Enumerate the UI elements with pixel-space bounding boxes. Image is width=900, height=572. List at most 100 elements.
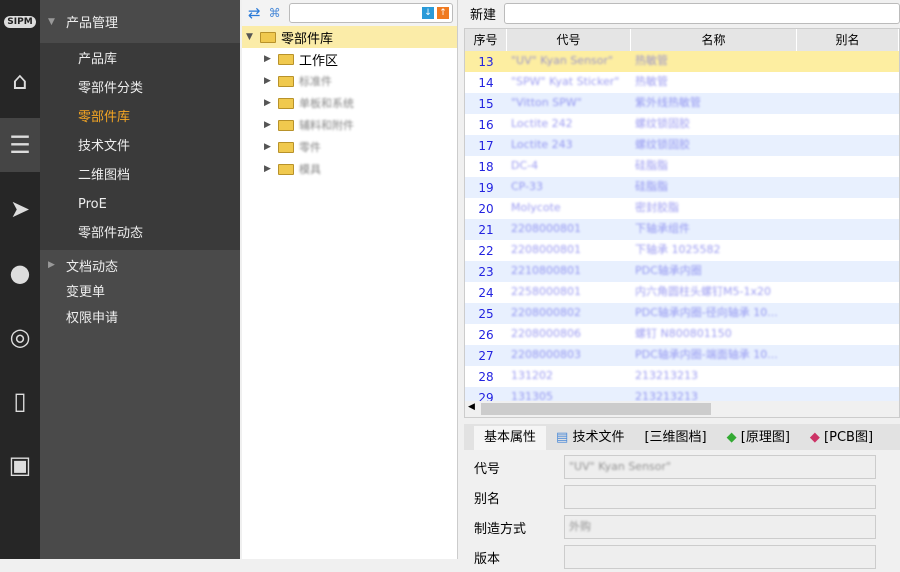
menu-item-part-lib[interactable]: 零部件库 — [40, 103, 240, 132]
tab-tech-docs[interactable]: ▤ 技术文件 — [546, 426, 634, 450]
cell-text: "SPW" Kyat Sticker" — [511, 74, 620, 88]
table-row[interactable]: 23 2210800801 PDC轴承内圈 — [465, 261, 899, 282]
tab-label: [PCB图] — [824, 430, 874, 445]
parts-grid: 序号 代号 名称 别名 13 "UV" Kyan Sensor" 热敏管 14 … — [464, 28, 900, 418]
col-header-no[interactable]: 序号 — [465, 29, 507, 51]
cell-no: 15 — [478, 96, 494, 111]
cell-text: 螺纹锁固胶 — [635, 138, 690, 151]
tab-label: [原理图] — [740, 430, 790, 445]
cell-text: 内六角圆柱头螺钉M5-1x20 — [635, 285, 771, 298]
tab-pcb[interactable]: ◆ [PCB图] — [800, 426, 883, 450]
expand-icon[interactable]: ▼ — [246, 32, 260, 42]
book-icon[interactable]: ▯ — [0, 374, 40, 428]
expand-icon[interactable]: ▶ — [264, 98, 278, 108]
pcb-icon: ◆ — [809, 430, 825, 445]
search-down-icon[interactable]: ↓ — [422, 7, 434, 19]
menu-item-product-lib[interactable]: 产品库 — [40, 45, 240, 74]
expand-icon[interactable]: ▶ — [264, 54, 278, 64]
menu-group-doc-activity[interactable]: ▶ 文档动态 — [40, 250, 240, 280]
tree-node[interactable]: ▶ 辅料和附件 — [242, 114, 457, 136]
cell-name: 热敏管 — [631, 73, 797, 92]
table-row[interactable]: 15 "Vitton SPW" 紫外线热敏管 — [465, 93, 899, 114]
cell-code: "UV" Kyan Sensor" — [507, 54, 631, 70]
table-row[interactable]: 18 DC-4 硅脂脂 — [465, 156, 899, 177]
table-row[interactable]: 26 2208000806 螺钉 N800801150 — [465, 324, 899, 345]
tree-node[interactable]: ▶ 单板和系统 — [242, 92, 457, 114]
chat-icon[interactable]: ● — [0, 246, 40, 300]
tree-node[interactable]: ▶ 零件 — [242, 136, 457, 158]
id-card-icon[interactable]: ▣ — [0, 438, 40, 492]
home-icon[interactable]: ⌂ — [0, 54, 40, 108]
scroll-left-icon[interactable]: ◀ — [468, 402, 475, 412]
table-row[interactable]: 25 2208000802 PDC轴承内圈-径向轴承 10... — [465, 303, 899, 324]
cell-no: 24 — [478, 285, 494, 300]
cell-text: DC-4 — [511, 158, 539, 172]
menu-group-product[interactable]: ▼ 产品管理 — [40, 0, 240, 43]
cell-no: 25 — [478, 306, 494, 321]
node-label: 单板和系统 — [299, 97, 354, 110]
menu-item-change-order[interactable]: 变更单 — [40, 280, 240, 306]
field-label: 制造方式 — [474, 521, 527, 537]
cell-code: Loctite 242 — [507, 117, 631, 133]
cell-no: 13 — [478, 54, 494, 69]
tree-search-input[interactable]: ↓ ↑ — [288, 3, 453, 23]
refresh-icon[interactable]: ⇄ — [248, 4, 261, 22]
menu-item-part-category[interactable]: 零部件分类 — [40, 74, 240, 103]
cell-name: 螺纹锁固胶 — [631, 136, 797, 155]
expand-icon[interactable]: ▶ — [264, 164, 278, 174]
table-row[interactable]: 20 Molycote 密封胶脂 — [465, 198, 899, 219]
cell-name: 硅脂脂 — [631, 178, 797, 197]
tree-node[interactable]: ▶ 模具 — [242, 158, 457, 180]
tree-node-root[interactable]: ▼ 零部件库 — [242, 26, 457, 48]
scrollbar-thumb[interactable] — [481, 403, 711, 415]
table-row[interactable]: 28 131202 213213213 — [465, 366, 899, 387]
cell-no: 16 — [478, 117, 494, 132]
tab-3d-drawings[interactable]: [三维图档] — [634, 426, 716, 450]
version-input[interactable] — [564, 545, 876, 569]
tree-toolbar: ⇄ ⌘ ↓ ↑ — [242, 0, 457, 26]
menu-item-tech-docs[interactable]: 技术文件 — [40, 132, 240, 161]
broadcast-icon[interactable]: ◎ — [0, 310, 40, 364]
code-input[interactable]: "UV" Kyan Sensor" — [564, 455, 876, 479]
database-icon[interactable]: ☰ — [0, 118, 40, 172]
table-row[interactable]: 16 Loctite 242 螺纹锁固胶 — [465, 114, 899, 135]
tree-node[interactable]: ▶ 工作区 — [242, 48, 457, 70]
menu-item-2d-drawings[interactable]: 二维图档 — [40, 161, 240, 190]
tree-node[interactable]: ▶ 标准件 — [242, 70, 457, 92]
table-row[interactable]: 24 2258000801 内六角圆柱头螺钉M5-1x20 — [465, 282, 899, 303]
node-label: 零件 — [299, 141, 321, 154]
expand-icon[interactable]: ▶ — [264, 142, 278, 152]
make-method-input[interactable]: 外购 — [564, 515, 876, 539]
alias-input[interactable] — [564, 485, 876, 509]
menu-item-permission-request[interactable]: 权限申请 — [40, 306, 240, 332]
menu-item-proe[interactable]: ProE — [40, 190, 240, 219]
toolbar-input[interactable] — [504, 2, 900, 24]
tab-basic-props[interactable]: 基本属性 — [474, 426, 547, 450]
field-value: 外购 — [569, 520, 591, 533]
cell-text: Molycote — [511, 200, 561, 214]
table-row[interactable]: 14 "SPW" Kyat Sticker" 热敏管 — [465, 72, 899, 93]
table-row[interactable]: 13 "UV" Kyan Sensor" 热敏管 — [465, 51, 899, 72]
horizontal-scrollbar[interactable]: ◀ — [465, 401, 899, 417]
table-row[interactable]: 17 Loctite 243 螺纹锁固胶 — [465, 135, 899, 156]
node-label: 辅料和附件 — [299, 119, 354, 132]
node-label: 工作区 — [299, 53, 339, 69]
tab-schematic[interactable]: ◆ [原理图] — [717, 426, 800, 450]
table-row[interactable]: 27 2208000803 PDC轴承内圈-端面轴承 10... — [465, 345, 899, 366]
col-header-code[interactable]: 代号 — [507, 29, 631, 51]
expand-icon[interactable]: ▶ — [264, 120, 278, 130]
expand-icon[interactable]: ▶ — [264, 76, 278, 86]
table-row[interactable]: 21 2208000801 下轴承组件 — [465, 219, 899, 240]
cell-text: 2208000802 — [511, 305, 581, 319]
cell-text: 硅脂脂 — [635, 180, 668, 193]
table-row[interactable]: 19 CP-33 硅脂脂 — [465, 177, 899, 198]
tree-structure-icon[interactable]: ⌘ — [269, 6, 281, 20]
table-row[interactable]: 22 2208000801 下轴承 1025582 — [465, 240, 899, 261]
new-button[interactable]: 新建 — [470, 4, 496, 23]
menu-item-part-activity[interactable]: 零部件动态 — [40, 219, 240, 248]
col-header-name[interactable]: 名称 — [631, 29, 797, 51]
send-icon[interactable]: ➤ — [0, 182, 40, 236]
col-header-alias[interactable]: 别名 — [797, 29, 899, 51]
cell-text: 紫外线热敏管 — [635, 96, 701, 109]
search-up-icon[interactable]: ↑ — [437, 7, 449, 19]
